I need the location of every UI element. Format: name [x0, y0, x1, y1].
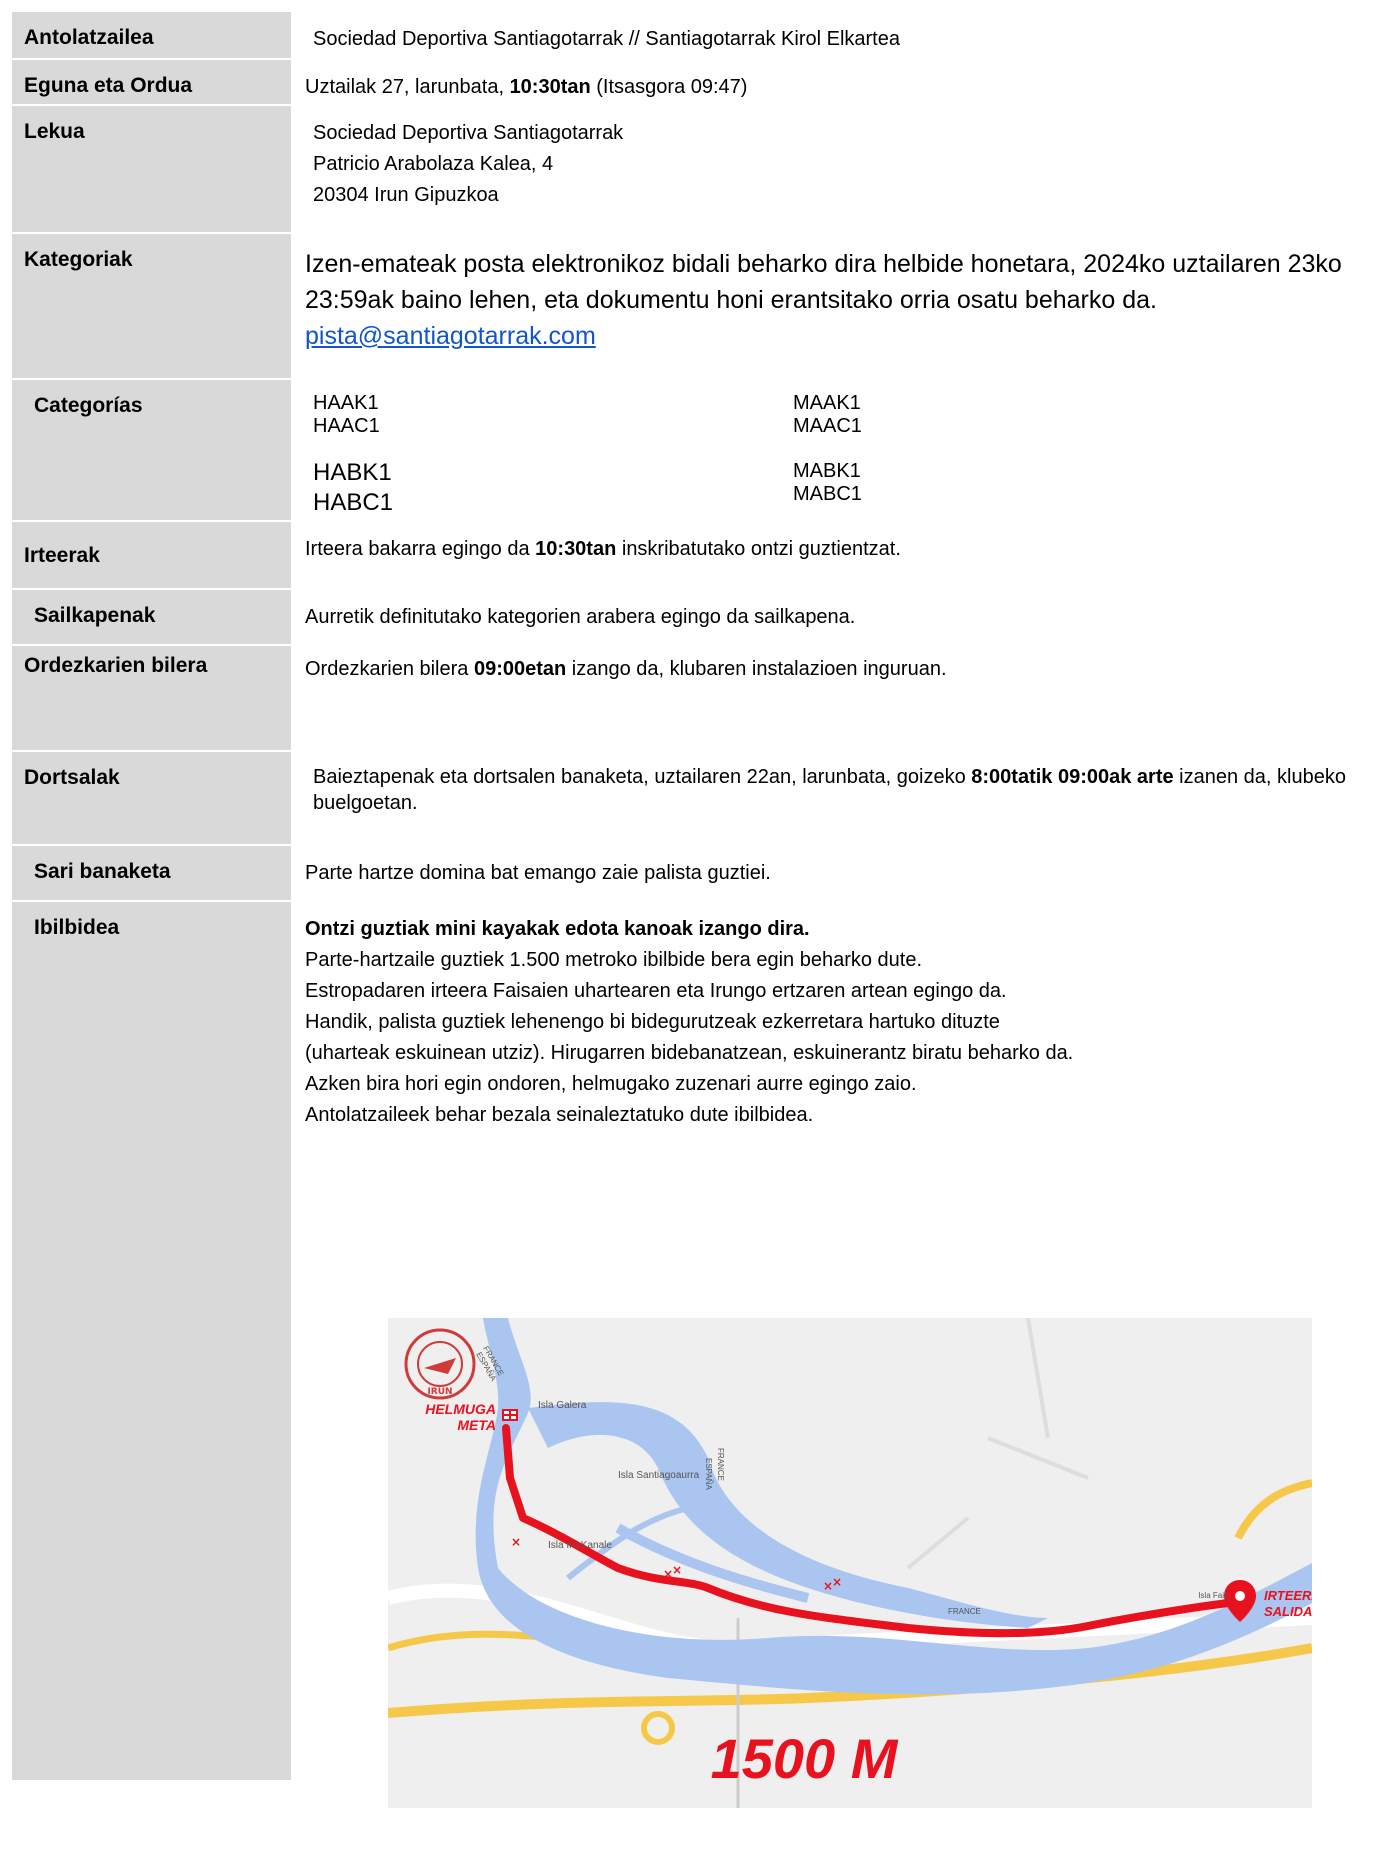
label-irteerak: Irteerak: [24, 544, 100, 567]
category-item: MAAC1: [793, 415, 862, 437]
value-dortsalak: Baieztapenak eta dortsalen banaketa, uzt…: [313, 766, 1346, 814]
row-lekua: Lekua Sociedad Deportiva Santiagotarrak …: [10, 104, 1393, 234]
email-link[interactable]: pista@santiagotarrak.com: [305, 322, 596, 350]
start-label: SALIDA: [1264, 1604, 1312, 1619]
svg-text:×: ×: [832, 1575, 842, 1589]
label-categorias: Categorías: [34, 394, 143, 417]
value-bilera: Ordezkarien bilera 09:00etan izango da, …: [305, 658, 947, 680]
finish-flag-icon: [502, 1409, 518, 1421]
value-sailkapenak: Aurretik definitutako kategorien arabera…: [305, 606, 856, 628]
finish-label: HELMUGA: [425, 1401, 496, 1417]
category-item: HABK1: [313, 459, 392, 486]
category-item: HABC1: [313, 489, 394, 516]
label-dortsalak: Dortsalak: [24, 766, 120, 789]
row-kategoriak: Kategoriak Izen-emateak posta elektronik…: [10, 232, 1393, 380]
place-label: Isla Iru Kanale: [548, 1540, 612, 1551]
place-label: Isla Fais: [1198, 1591, 1228, 1600]
label-sailkapenak: Sailkapenak: [34, 604, 156, 627]
row-bilera: Ordezkarien bilera Ordezkarien bilera 09…: [10, 644, 1393, 752]
finish-label: META: [457, 1417, 496, 1433]
value-irteerak: Irteera bakarra egingo da 10:30tan inskr…: [305, 538, 901, 560]
value-lekua: Sociedad Deportiva Santiagotarrak Patric…: [313, 122, 624, 206]
start-label: IRTEERA: [1264, 1588, 1312, 1603]
label-lekua: Lekua: [24, 120, 85, 143]
row-sari: Sari banaketa Parte hartze domina bat em…: [10, 844, 1393, 902]
label-kategoriak: Kategoriak: [24, 248, 133, 271]
svg-text:×: ×: [511, 1535, 521, 1549]
categories-grid: HAAK1 HAAC1 MAAK1 MAAC1 HABK1 HABC1 MABK1 MA…: [293, 380, 1391, 518]
category-item: MAAK1: [793, 392, 861, 414]
value-antolatzailea: Sociedad Deportiva Santiagotarrak // San…: [313, 28, 900, 50]
label-eguna: Eguna eta Ordua: [24, 74, 193, 97]
place-label: Isla Galera: [538, 1400, 587, 1411]
place-label: FRANCE: [948, 1607, 981, 1616]
distance-label: 1500 M: [711, 1727, 899, 1790]
row-irteerak: Irteerak Irteera bakarra egingo da 10:30…: [10, 520, 1393, 590]
label-ibilbidea: Ibilbidea: [34, 916, 120, 939]
value-eguna: Uztailak 27, larunbata, 10:30tan (Itsasg…: [305, 76, 748, 98]
place-label: FRANCE: [716, 1448, 725, 1481]
svg-text:×: ×: [672, 1563, 682, 1577]
value-ibilbidea: Ontzi guztiak mini kayakak edota kanoak …: [305, 918, 1074, 1126]
value-sari: Parte hartze domina bat emango zaie pali…: [305, 862, 771, 884]
value-kategoriak: Izen-emateak posta elektronikoz bidali b…: [305, 250, 1342, 350]
label-sari: Sari banaketa: [34, 860, 171, 883]
category-item: HAAK1: [313, 392, 379, 414]
label-antolatzailea: Antolatzailea: [24, 26, 154, 49]
logo-text: IRUN: [427, 1387, 452, 1397]
category-item: MABC1: [793, 483, 862, 505]
label-bilera: Ordezkarien bilera: [24, 654, 208, 677]
category-item: HAAC1: [313, 415, 380, 437]
category-item: MABK1: [793, 460, 861, 482]
route-map: ××××× IRUN HELMUGA META IRTEERA SALIDA 1…: [386, 1317, 1321, 1808]
place-label: ESPAÑA: [704, 1458, 713, 1491]
row-categorias: Categorías HAAK1 HAAC1 MAAK1 MAAC1 HABK1 HA…: [10, 378, 1393, 522]
row-eguna: Eguna eta Ordua Uztailak 27, larunbata, …: [10, 58, 1393, 106]
row-dortsalak: Dortsalak Baieztapenak eta dortsalen ban…: [10, 750, 1393, 846]
row-sailkapenak: Sailkapenak Aurretik definitutako katego…: [10, 588, 1393, 646]
row-antolatzailea: Antolatzailea Sociedad Deportiva Santiag…: [10, 10, 1393, 60]
place-label: Isla Santiagoaurra: [618, 1470, 700, 1481]
